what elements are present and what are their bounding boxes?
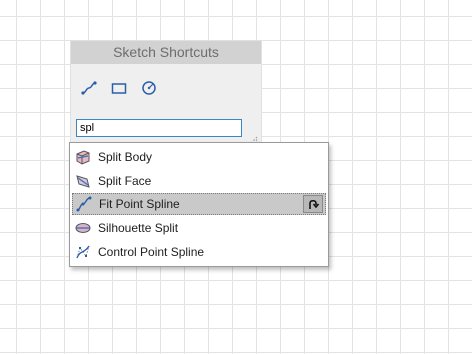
search-results-dropdown: Split Body Split Face Fit Point Spline S…	[69, 142, 329, 267]
result-label: Split Face	[98, 174, 152, 188]
silhouette-split-icon	[75, 220, 91, 236]
shortcut-toolbar	[80, 79, 158, 97]
split-body-icon	[75, 149, 91, 165]
result-label: Silhouette Split	[98, 221, 179, 235]
spline-tool-icon[interactable]	[80, 79, 98, 97]
fit-point-spline-icon	[76, 196, 92, 212]
result-item-silhouette-split[interactable]: Silhouette Split	[72, 217, 326, 239]
result-item-split-body[interactable]: Split Body	[72, 146, 326, 168]
result-label: Fit Point Spline	[99, 197, 180, 211]
resize-grip-icon[interactable]	[250, 131, 258, 144]
split-face-icon	[75, 173, 91, 189]
result-label: Control Point Spline	[98, 245, 205, 259]
sketch-shortcuts-panel: Sketch Shortcuts	[70, 40, 262, 144]
result-item-split-face[interactable]: Split Face	[72, 170, 326, 192]
circle-tool-icon[interactable]	[140, 79, 158, 97]
search-input[interactable]	[76, 119, 242, 137]
panel-title: Sketch Shortcuts	[71, 41, 261, 64]
rectangle-tool-icon[interactable]	[110, 79, 128, 97]
result-item-control-point-spline[interactable]: Control Point Spline	[72, 241, 326, 263]
result-item-fit-point-spline[interactable]: Fit Point Spline	[72, 193, 326, 215]
control-point-spline-icon	[75, 244, 91, 260]
result-label: Split Body	[98, 150, 153, 164]
add-shortcut-icon[interactable]	[303, 195, 323, 213]
